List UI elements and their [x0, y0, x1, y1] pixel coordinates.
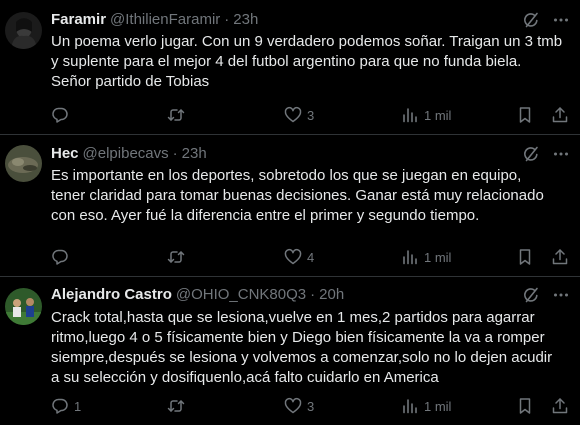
like-icon — [284, 397, 302, 415]
grok-icon[interactable] — [522, 145, 540, 163]
retweet-icon — [167, 397, 185, 415]
avatar[interactable] — [5, 145, 42, 182]
views-count: 1 mil — [424, 107, 452, 123]
like-icon — [284, 248, 302, 266]
bookmark-button[interactable] — [516, 105, 534, 125]
reply-button[interactable] — [51, 105, 74, 125]
avatar[interactable] — [5, 12, 42, 49]
author-handle[interactable]: @elpibecavs — [83, 145, 169, 162]
author-name[interactable]: Alejandro Castro — [51, 286, 172, 303]
tweet-text-line: Es importante en los deportes, sobretodo… — [51, 167, 522, 184]
like-count: 3 — [307, 107, 315, 123]
views-button[interactable]: 1 mil — [401, 396, 451, 416]
reply-icon — [51, 248, 69, 266]
like-button[interactable]: 3 — [284, 396, 314, 416]
tweet-header: Alejandro Castro @OHIO_CNK80Q3 · 20h — [51, 285, 536, 305]
tweet-text-line: Un poema verlo jugar. Con un 9 verdadero… — [51, 33, 563, 50]
tweet-text-line: Señor partido de Tobias — [51, 73, 210, 90]
timestamp[interactable]: 20h — [319, 286, 344, 303]
more-icon[interactable] — [552, 11, 570, 29]
views-icon — [401, 106, 419, 124]
author-name[interactable]: Faramir — [51, 11, 106, 28]
action-bar: 4 1 mil — [51, 247, 570, 267]
author-name[interactable]: Hec — [51, 145, 79, 162]
reply-count: 1 — [74, 398, 82, 414]
tweet-text-line: con eso. Ayer fué la diferencia entre el… — [51, 207, 480, 224]
grok-icon[interactable] — [522, 286, 540, 304]
views-icon — [401, 248, 419, 266]
separator: · — [224, 11, 230, 28]
share-button[interactable] — [551, 105, 569, 125]
like-icon — [284, 106, 302, 124]
retweet-button[interactable] — [167, 396, 190, 416]
retweet-button[interactable] — [167, 105, 190, 125]
views-button[interactable]: 1 mil — [401, 247, 451, 267]
share-icon — [551, 397, 569, 415]
tweet-text-line: tener claridad para tomar buenas decisio… — [51, 187, 544, 204]
reply-button[interactable]: 1 — [51, 396, 81, 416]
reply-icon — [51, 106, 69, 124]
bookmark-icon — [516, 106, 534, 124]
timestamp[interactable]: 23h — [182, 145, 207, 162]
tweet-text-line: Crack total,hasta que se lesiona,vuelve … — [51, 309, 535, 326]
separator: · — [310, 286, 316, 303]
separator: · — [172, 145, 178, 162]
share-icon — [551, 248, 569, 266]
reply-button[interactable] — [51, 247, 74, 267]
bookmark-icon — [516, 248, 534, 266]
tweet-text: Crack total,hasta que se lesiona,vuelve … — [51, 308, 570, 388]
tweet-header: Hec @elpibecavs · 23h — [51, 144, 536, 164]
tweet[interactable]: Faramir @IthilienFaramir · 23h Un poema ver… — [0, 0, 580, 135]
bookmark-button[interactable] — [516, 396, 534, 416]
tweet[interactable]: Hec @elpibecavs · 23h Es importante en los … — [0, 135, 580, 277]
tweet-header: Faramir @IthilienFaramir · 23h — [51, 10, 536, 30]
share-icon — [551, 106, 569, 124]
views-count: 1 mil — [424, 398, 452, 414]
grok-icon[interactable] — [522, 11, 540, 29]
tweet[interactable]: Alejandro Castro @OHIO_CNK80Q3 · 20h Crack … — [0, 277, 580, 425]
bookmark-icon — [516, 397, 534, 415]
tweet-text-line: siempre,después se lesiona y volvemos a … — [51, 349, 553, 366]
retweet-button[interactable] — [167, 247, 190, 267]
timestamp[interactable]: 23h — [233, 11, 258, 28]
like-button[interactable]: 4 — [284, 247, 314, 267]
action-bar: 1 3 1 mil — [51, 396, 570, 416]
retweet-icon — [167, 106, 185, 124]
share-button[interactable] — [551, 396, 569, 416]
bookmark-button[interactable] — [516, 247, 534, 267]
tweet-text: Es importante en los deportes, sobretodo… — [51, 166, 570, 226]
author-handle[interactable]: @OHIO_CNK80Q3 — [176, 286, 306, 303]
more-icon[interactable] — [552, 286, 570, 304]
avatar[interactable] — [5, 288, 42, 325]
more-icon[interactable] — [552, 145, 570, 163]
tweet-text-line: y suplente para el mejor 4 del futbol ar… — [51, 53, 522, 70]
reply-icon — [51, 397, 69, 415]
views-button[interactable]: 1 mil — [401, 105, 451, 125]
like-button[interactable]: 3 — [284, 105, 314, 125]
share-button[interactable] — [551, 247, 569, 267]
views-icon — [401, 397, 419, 415]
tweet-text: Un poema verlo jugar. Con un 9 verdadero… — [51, 32, 570, 92]
tweet-text-line: ritmo,luego 4 o 5 físicamente bien y Die… — [51, 329, 545, 346]
like-count: 3 — [307, 398, 315, 414]
action-bar: 3 1 mil — [51, 105, 570, 125]
tweet-text-line: a su selección y dosifiquenlo,acá falto … — [51, 369, 439, 386]
retweet-icon — [167, 248, 185, 266]
author-handle[interactable]: @IthilienFaramir — [110, 11, 220, 28]
views-count: 1 mil — [424, 249, 452, 265]
like-count: 4 — [307, 249, 315, 265]
